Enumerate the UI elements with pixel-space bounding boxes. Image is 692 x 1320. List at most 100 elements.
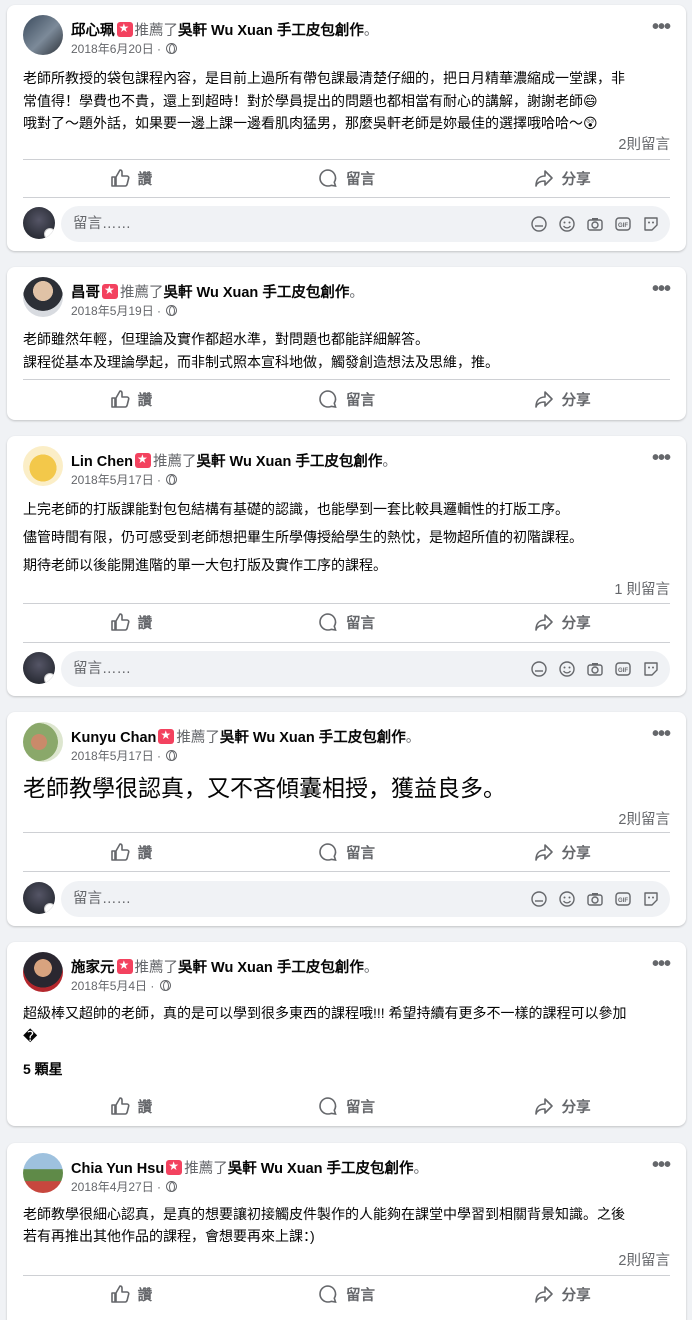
- svg-text:GIF: GIF: [618, 223, 628, 229]
- like-button[interactable]: 讚: [23, 381, 239, 417]
- post-text: 老師教學很認真，又不吝傾囊相授，獲益良多。: [23, 773, 672, 803]
- thumbs-up-icon: [110, 390, 130, 408]
- page-name[interactable]: 吳軒 Wu Xuan 手工皮包創作: [178, 23, 364, 39]
- author-avatar[interactable]: [23, 15, 63, 55]
- gif-icon[interactable]: GIF: [614, 215, 632, 233]
- like-button[interactable]: 讚: [23, 1088, 239, 1124]
- comment-button[interactable]: 留言: [239, 1088, 455, 1124]
- more-options-button[interactable]: •••: [646, 448, 676, 472]
- more-options-button[interactable]: •••: [646, 954, 676, 978]
- avatar-sticker-icon[interactable]: [530, 660, 548, 678]
- share-icon: [534, 391, 553, 408]
- more-options-button[interactable]: •••: [646, 724, 676, 748]
- post-date[interactable]: 2018年6月20日: [71, 42, 154, 56]
- share-label: 分享: [561, 1287, 591, 1304]
- comment-count[interactable]: 2則留言: [618, 808, 670, 829]
- comment-label: 留言: [346, 171, 375, 188]
- author-avatar[interactable]: [23, 952, 63, 992]
- recommend-icon: [135, 452, 152, 468]
- post-date[interactable]: 2018年5月4日: [71, 979, 147, 993]
- author-name[interactable]: Lin Chen: [71, 454, 133, 470]
- post-line: 超級棒又超帥的老師，真的是可以學到很多東西的課程哦!!! 希望持續有更多不一樣的…: [23, 1005, 627, 1021]
- emoji-icon[interactable]: [558, 660, 576, 678]
- like-button[interactable]: 讚: [23, 160, 239, 196]
- chevron-down-icon: [44, 903, 55, 914]
- recommend-verb: 推薦了: [134, 23, 179, 39]
- comment-button[interactable]: 留言: [239, 604, 455, 640]
- camera-icon[interactable]: [586, 660, 604, 678]
- author-avatar[interactable]: [23, 446, 63, 486]
- author-name[interactable]: 邱心珮: [71, 23, 115, 39]
- recommend-icon: [116, 21, 133, 37]
- thumbs-up-icon: [110, 1285, 130, 1303]
- author-name[interactable]: Chia Yun Hsu: [71, 1161, 164, 1177]
- svg-text:GIF: GIF: [618, 668, 628, 674]
- emoji-icon[interactable]: [558, 215, 576, 233]
- comment-count[interactable]: 2則留言: [618, 1249, 670, 1270]
- period: 。: [382, 454, 397, 470]
- avatar-sticker-icon[interactable]: [530, 890, 548, 908]
- divider: [23, 379, 670, 380]
- page-name[interactable]: 吳軒 Wu Xuan 手工皮包創作: [164, 285, 350, 301]
- share-button[interactable]: 分享: [454, 1088, 670, 1124]
- share-button[interactable]: 分享: [454, 1276, 670, 1312]
- comment-count[interactable]: 1 則留言: [614, 578, 670, 599]
- comment-button[interactable]: 留言: [239, 381, 455, 417]
- comment-icon: [319, 1285, 337, 1304]
- post-line: 期待老師以後能開進階的單一大包打版及實作工序的課程。: [23, 557, 387, 573]
- sticker-icon[interactable]: [642, 215, 660, 233]
- comment-button[interactable]: 留言: [239, 834, 455, 870]
- comment-count[interactable]: 2則留言: [618, 133, 670, 154]
- camera-icon[interactable]: [586, 890, 604, 908]
- like-button[interactable]: 讚: [23, 604, 239, 640]
- post-date[interactable]: 2018年4月27日: [71, 1180, 154, 1194]
- more-options-button[interactable]: •••: [646, 279, 676, 303]
- thumbs-up-icon: [110, 843, 130, 861]
- globe-icon: [166, 43, 178, 54]
- my-avatar[interactable]: [23, 207, 55, 239]
- comment-button[interactable]: 留言: [239, 1276, 455, 1312]
- post-line: 課程從基本及理論學起，而非制式照本宣科地做，觸發創造想法及思維，推。: [23, 354, 499, 370]
- chevron-down-icon: [44, 228, 55, 239]
- comment-button[interactable]: 留言: [239, 160, 455, 196]
- post-date[interactable]: 2018年5月19日: [71, 304, 154, 318]
- page-name[interactable]: 吳軒 Wu Xuan 手工皮包創作: [228, 1161, 414, 1177]
- my-avatar[interactable]: [23, 652, 55, 684]
- author-avatar[interactable]: [23, 722, 63, 762]
- sticker-icon[interactable]: [642, 660, 660, 678]
- share-button[interactable]: 分享: [454, 381, 670, 417]
- my-avatar[interactable]: [23, 882, 55, 914]
- share-button[interactable]: 分享: [454, 834, 670, 870]
- recommend-verb: 推薦了: [120, 285, 164, 301]
- thumbs-up-icon: [110, 1097, 130, 1115]
- post-date[interactable]: 2018年5月17日: [71, 749, 154, 763]
- gif-icon[interactable]: GIF: [614, 660, 632, 678]
- page-name[interactable]: 吳軒 Wu Xuan 手工皮包創作: [197, 454, 383, 470]
- more-options-button[interactable]: •••: [646, 1155, 676, 1179]
- author-name[interactable]: Kunyu Chan: [71, 730, 156, 746]
- like-button[interactable]: 讚: [23, 834, 239, 870]
- post-date[interactable]: 2018年5月17日: [71, 473, 154, 487]
- share-button[interactable]: 分享: [454, 160, 670, 196]
- author-avatar[interactable]: [23, 277, 63, 317]
- recommend-verb: 推薦了: [176, 730, 220, 746]
- review-post: 施家元推薦了吳軒 Wu Xuan 手工皮包創作。 2018年5月4日 · •••…: [7, 942, 686, 1126]
- review-post: Lin Chen 推薦了吳軒 Wu Xuan 手工皮包創作。 2018年5月17日…: [7, 436, 686, 696]
- share-button[interactable]: 分享: [454, 604, 670, 640]
- page-name[interactable]: 吳軒 Wu Xuan 手工皮包創作: [220, 730, 406, 746]
- author-name[interactable]: 施家元: [71, 960, 115, 976]
- emoji-icon[interactable]: [558, 890, 576, 908]
- like-button[interactable]: 讚: [23, 1276, 239, 1312]
- period: 。: [349, 285, 364, 301]
- avatar-sticker-icon[interactable]: [530, 215, 548, 233]
- sticker-icon[interactable]: [642, 890, 660, 908]
- like-label: 讚: [137, 1287, 153, 1304]
- author-avatar[interactable]: [23, 1153, 63, 1193]
- recommend-icon: [158, 728, 175, 744]
- camera-icon[interactable]: [586, 215, 604, 233]
- author-name[interactable]: 昌哥: [71, 285, 100, 301]
- page-name[interactable]: 吳軒 Wu Xuan 手工皮包創作: [178, 960, 364, 976]
- more-options-button[interactable]: •••: [646, 17, 676, 41]
- recommend-verb: 推薦了: [184, 1161, 228, 1177]
- gif-icon[interactable]: GIF: [614, 890, 632, 908]
